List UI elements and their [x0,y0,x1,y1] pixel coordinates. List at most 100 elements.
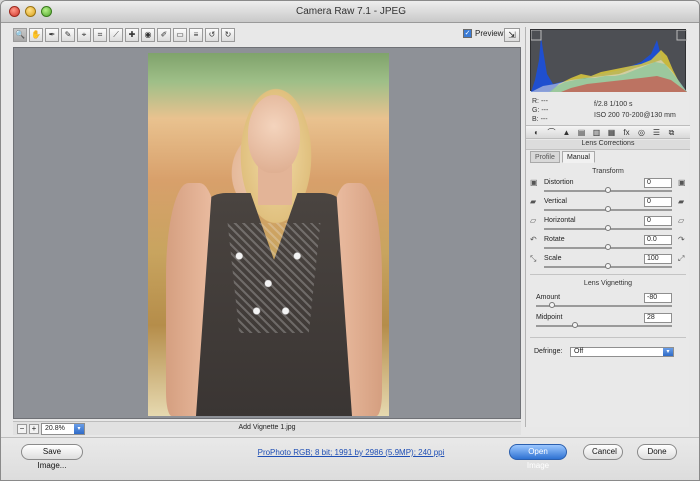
slider-value-input[interactable]: 28 [644,313,672,323]
title-bar: Camera Raw 7.1 - JPEG [1,1,699,23]
slider-thumb[interactable] [605,263,611,269]
targeted-adjustment-tool-icon: ⌖ [81,30,87,39]
defringe-value: Off [574,348,584,355]
slider-midpoint: Midpoint 28 [526,313,690,333]
histogram-graph [530,29,688,92]
rotate-left-button[interactable]: ↺ [205,28,219,42]
adjustment-brush-tool-button[interactable]: ✐ [157,28,171,42]
tab-manual[interactable]: Manual [562,151,595,163]
slider-vertical: ▰ Vertical 0 ▰ [526,197,690,217]
slider-track[interactable] [544,225,672,231]
tab-profile[interactable]: Profile [530,151,560,163]
slider-label: Amount [536,294,561,301]
hand-tool-button[interactable]: ✋ [29,28,43,42]
detail-icon[interactable]: ▲ [562,128,571,137]
cancel-button[interactable]: Cancel [583,444,623,460]
slider-value-input[interactable]: 0.0 [644,235,672,245]
slider-amount: Amount -80 [526,293,690,313]
basic-icon[interactable]: ◐ [532,128,541,137]
status-bar: − + 20.8% ▾ Add Vignette 1.jpg [13,421,521,435]
slider-track[interactable] [544,244,672,250]
tone-curve-icon[interactable]: ⌒ [547,128,556,137]
bottom-bar: Save Image... ProPhoto RGB; 8 bit; 1991 … [1,437,699,480]
vertical-left-icon: ▰ [530,197,537,206]
straighten-tool-button[interactable]: ⟋ [109,28,123,42]
targeted-adjustment-tool-button[interactable]: ⌖ [77,28,91,42]
slider-value-input[interactable]: 0 [644,178,672,188]
slider-track[interactable] [536,322,672,328]
slider-label: Midpoint [536,314,563,321]
transform-title: Transform [592,168,624,175]
horizontal-left-icon: ▱ [530,216,537,225]
slider-label: Vertical [544,198,567,205]
preview-label: Preview [475,29,504,39]
presets-icon[interactable]: ☰ [652,128,661,137]
slider-track[interactable] [536,302,672,308]
g-value: --- [541,107,549,114]
crop-tool-button[interactable]: ⌗ [93,28,107,42]
zoom-tool-button[interactable]: 🔍 [13,28,27,42]
done-button[interactable]: Done [637,444,677,460]
red-eye-tool-icon: ◉ [144,30,152,39]
slider-scale: ⤡ Scale 100 ⤢ [526,254,690,274]
chevron-down-icon: ▾ [663,348,673,356]
panel-tab-icons: ◐ ⌒ ▲ ▤ ▥ ▦ fx ◎ ☰ ⧉ [526,125,690,139]
slider-label: Rotate [544,236,565,243]
spot-removal-tool-icon: ✚ [128,30,136,39]
slider-value-input[interactable]: 0 [644,216,672,226]
graduated-filter-tool-icon: ▭ [176,30,184,39]
section-title: Lens Corrections [526,140,690,150]
rotate-right-button[interactable]: ↻ [221,28,235,42]
lens-corrections-icon[interactable]: ▦ [607,128,616,137]
slider-label: Scale [544,255,562,262]
red-eye-tool-button[interactable]: ◉ [141,28,155,42]
slider-thumb[interactable] [549,302,555,308]
hsl-icon[interactable]: ▤ [577,128,586,137]
slider-value-input[interactable]: 100 [644,254,672,264]
preview-checkbox[interactable]: ✓ [463,29,472,39]
exposure-readout: f/2.8 1/100 s ISO 200 70-200@130 mm [594,99,676,121]
vertical-right-icon: ▰ [678,197,685,206]
slider-thumb[interactable] [572,322,579,328]
preferences-button[interactable]: ≡ [189,28,203,42]
b-label: B: [532,116,539,123]
histogram [530,29,688,92]
slider-label: Horizontal [544,217,576,224]
camera-calibration-icon[interactable]: ◎ [637,128,646,137]
effects-icon[interactable]: fx [622,128,631,137]
divider [530,337,686,338]
spot-removal-tool-button[interactable]: ✚ [125,28,139,42]
image-preview-area[interactable] [13,47,521,419]
zoom-tool-icon: 🔍 [15,30,25,39]
slider-value-input[interactable]: -80 [644,293,672,303]
slider-thumb[interactable] [605,206,611,212]
distortion-left-icon: ▣ [530,178,538,187]
open-image-button[interactable]: Open Image [509,444,567,470]
r-label: R: [532,98,539,105]
divider [530,274,686,275]
white-balance-tool-button[interactable]: ✒ [45,28,59,42]
hand-tool-icon: ✋ [31,30,41,39]
photo-face [248,95,300,173]
slider-thumb[interactable] [605,225,611,231]
slider-track[interactable] [544,206,672,212]
defringe-select[interactable]: Off ▾ [570,347,674,357]
fullscreen-icon: ⇲ [508,30,516,40]
graduated-filter-tool-button[interactable]: ▭ [173,28,187,42]
slider-track[interactable] [544,187,672,193]
slider-thumb[interactable] [605,187,611,193]
b-value: --- [540,116,548,123]
preview-toggle[interactable]: ✓ Preview [463,29,503,43]
rotate-right-icon: ↷ [678,235,685,244]
snapshots-icon[interactable]: ⧉ [667,128,676,137]
rotate-left-icon: ↶ [530,235,537,244]
preview-photo [148,53,389,416]
split-toning-icon[interactable]: ▥ [592,128,601,137]
scale-right-icon: ⤢ [678,254,685,263]
fullscreen-button[interactable]: ⇲ [504,28,520,42]
right-panel: R: --- G: --- B: --- f/2.8 1/100 s ISO 2… [525,27,690,427]
color-sampler-tool-button[interactable]: ✎ [61,28,75,42]
slider-thumb[interactable] [605,244,611,250]
slider-track[interactable] [544,263,672,269]
slider-value-input[interactable]: 0 [644,197,672,207]
